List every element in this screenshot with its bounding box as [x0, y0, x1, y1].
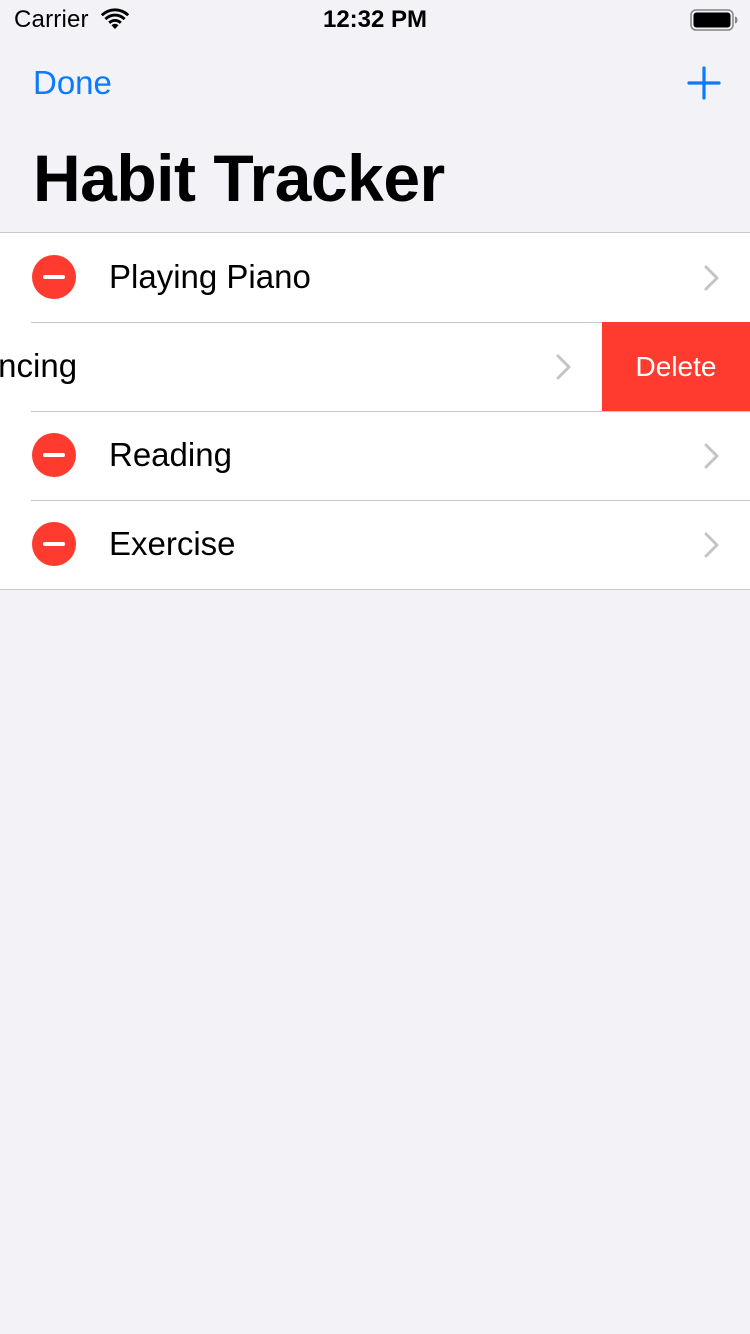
clock: 12:32 PM	[322, 6, 428, 33]
list-item-swiped[interactable]: Dancing Delete	[0, 322, 750, 411]
status-bar: Carrier 12:32 PM	[0, 0, 750, 40]
habit-label: Dancing	[0, 347, 78, 384]
delete-control-icon[interactable]	[32, 433, 76, 477]
habit-label: Exercise	[109, 525, 236, 562]
habit-label: Reading	[109, 436, 232, 473]
page-title: Habit Tracker	[33, 141, 445, 215]
chevron-right-icon	[556, 354, 571, 380]
done-button[interactable]: Done	[33, 64, 112, 102]
habit-list: Playing Piano Dancing Delete Reading Exe…	[0, 232, 750, 590]
delete-control-icon[interactable]	[32, 255, 76, 299]
chevron-right-icon	[704, 443, 719, 469]
delete-control-icon[interactable]	[32, 522, 76, 566]
habit-label: Playing Piano	[109, 258, 311, 295]
plus-icon[interactable]	[686, 65, 722, 101]
battery-icon	[690, 9, 738, 31]
chevron-right-icon	[704, 265, 719, 291]
list-item[interactable]: Playing Piano	[0, 233, 750, 322]
list-item[interactable]: Exercise	[0, 500, 750, 589]
delete-button[interactable]: Delete	[602, 322, 750, 411]
list-item[interactable]: Reading	[0, 411, 750, 500]
chevron-right-icon	[704, 532, 719, 558]
